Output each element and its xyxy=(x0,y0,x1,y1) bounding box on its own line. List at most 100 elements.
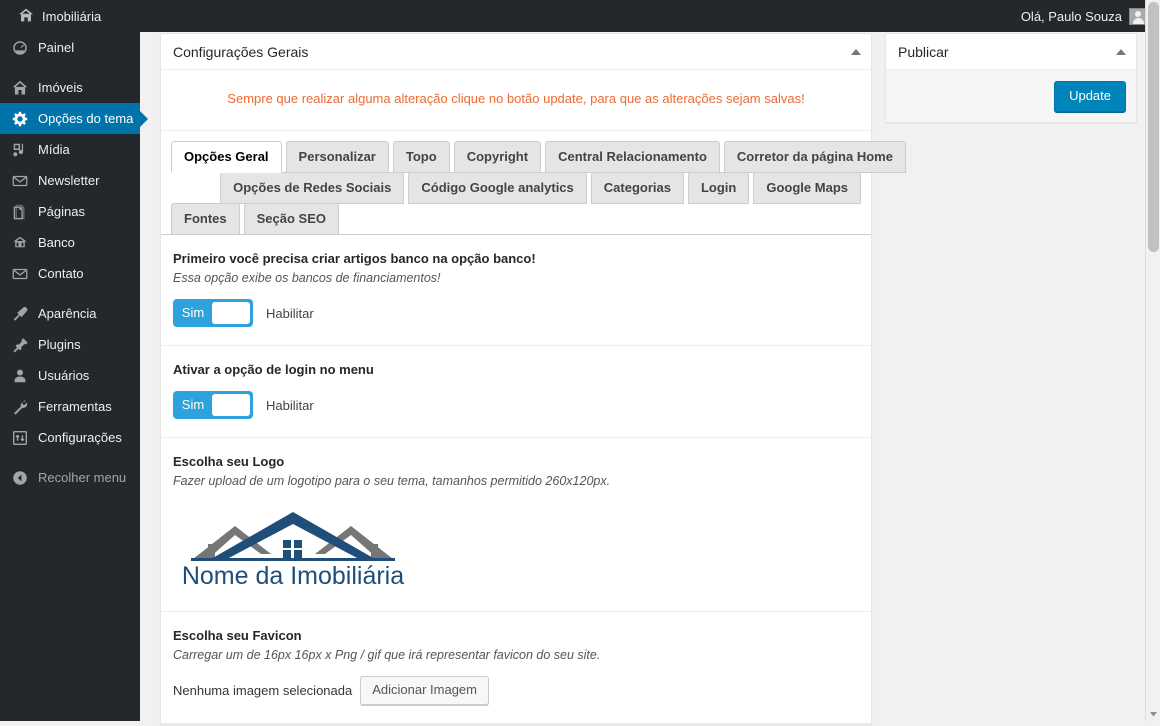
sidebar-item-opcoes-do-tema[interactable]: Opções do tema xyxy=(0,103,148,134)
collapse-icon xyxy=(10,468,30,488)
general-settings-panel: Configurações Gerais Sempre que realizar… xyxy=(160,33,906,725)
envelope-icon xyxy=(10,264,30,284)
sidebar-item-label: Newsletter xyxy=(38,173,100,188)
option-title: Ativar a opção de login no menu xyxy=(173,362,374,377)
toggle-value: Sim xyxy=(181,305,205,320)
sidebar-item-contato[interactable]: Contato xyxy=(0,258,140,289)
sidebar-item-label: Aparência xyxy=(38,306,97,321)
home-icon xyxy=(10,78,30,98)
logo-text: Nome da Imobiliária xyxy=(182,562,404,588)
option-section-login-menu: Ativar a opção de login no menu Sim Habi… xyxy=(161,346,871,438)
tab-corretor-pagina-home[interactable]: Corretor da página Home xyxy=(723,141,906,173)
adminbar-account[interactable]: Olá, Paulo Souza xyxy=(1015,0,1152,32)
tab-fontes[interactable]: Fontes xyxy=(171,203,240,235)
pages-icon xyxy=(10,202,30,222)
sidebar-item-label: Plugins xyxy=(38,337,81,352)
add-image-button[interactable]: Adicionar Imagem xyxy=(360,676,489,705)
option-title: Escolha seu Favicon xyxy=(173,628,302,643)
toggle-label: Habilitar xyxy=(266,305,314,321)
option-title: Escolha seu Logo xyxy=(173,454,285,469)
paintbrush-icon xyxy=(10,304,30,324)
admin-bar: Imobiliária Olá, Paulo Souza xyxy=(0,0,1160,32)
option-description: Fazer upload de um logotipo para o seu t… xyxy=(173,474,611,488)
option-section-favicon: Escolha seu Favicon Carregar um de 16px … xyxy=(161,612,871,724)
sidebar-item-banco[interactable]: Banco xyxy=(0,227,140,258)
settings-postbox: Configurações Gerais Sempre que realizar… xyxy=(160,33,906,725)
sidebar-separator xyxy=(0,453,140,462)
sidebar-item-plugins[interactable]: Plugins xyxy=(0,329,140,360)
toggle-banco[interactable]: Sim xyxy=(173,299,253,327)
chevron-up-icon[interactable] xyxy=(1116,48,1126,55)
toggle-knob xyxy=(212,394,250,416)
toggle-login-menu[interactable]: Sim xyxy=(173,391,253,419)
sidebar-item-configuracoes[interactable]: Configurações xyxy=(0,422,140,453)
option-section-banco: Primeiro você precisa criar artigos banc… xyxy=(161,235,871,346)
sidebar-item-imoveis[interactable]: Imóveis xyxy=(0,72,140,103)
plug-icon xyxy=(10,335,30,355)
tab-google-maps[interactable]: Google Maps xyxy=(753,172,861,204)
tab-rows: Opções Geral Personalizar Topo Copyright… xyxy=(171,141,906,235)
option-description: Carregar um de 16px 16px x Png / gif que… xyxy=(173,648,601,662)
option-control-row: Sim Habilitar xyxy=(173,299,859,327)
avatar-icon xyxy=(1129,7,1146,25)
sidebar-item-label: Ferramentas xyxy=(38,399,112,414)
sidebar-item-label: Opções do tema xyxy=(38,111,134,126)
settings-icon xyxy=(10,428,30,448)
bank-icon xyxy=(10,233,30,253)
sidebar-item-label: Imóveis xyxy=(38,80,83,95)
favicon-control-row: Nenhuma imagem selecionada Adicionar Ima… xyxy=(173,676,859,705)
sidebar-item-ferramentas[interactable]: Ferramentas xyxy=(0,391,140,422)
sidebar-item-label: Usuários xyxy=(38,368,90,383)
tab-row-3: Fontes Seção SEO xyxy=(171,203,861,235)
tab-central-relacionamento[interactable]: Central Relacionamento xyxy=(545,141,720,173)
tab-opcoes-geral[interactable]: Opções Geral xyxy=(171,141,282,173)
scrollbar-thumb[interactable] xyxy=(1148,2,1159,252)
sidebar-item-newsletter[interactable]: Newsletter xyxy=(0,165,140,196)
update-button[interactable]: Update xyxy=(1054,80,1126,112)
panel-header: Configurações Gerais xyxy=(161,34,871,70)
sidebar-collapse-menu[interactable]: Recolher menu xyxy=(0,462,140,493)
media-icon xyxy=(10,140,30,160)
option-control-row: Sim Habilitar xyxy=(173,391,859,419)
tab-copyright[interactable]: Copyright xyxy=(453,141,542,173)
sidebar-item-midia[interactable]: Mídia xyxy=(0,134,140,165)
tab-codigo-google-analytics[interactable]: Código Google analytics xyxy=(408,172,587,204)
page-scrollbar[interactable] xyxy=(1145,0,1160,721)
toggle-label: Habilitar xyxy=(266,397,314,413)
sidebar-item-usuarios[interactable]: Usuários xyxy=(0,360,140,391)
publish-postbox: Publicar Update xyxy=(885,33,1137,123)
settings-tabs: Opções Geral Personalizar Topo Copyright… xyxy=(161,131,906,235)
chevron-up-icon[interactable] xyxy=(851,48,861,55)
adminbar-site-label: Imobiliária xyxy=(42,8,102,24)
update-notice: Sempre que realizar alguma alteração cli… xyxy=(161,70,871,131)
sidebar-item-painel[interactable]: Painel xyxy=(0,32,140,63)
wrench-icon xyxy=(10,397,30,417)
tab-topo[interactable]: Topo xyxy=(392,141,450,173)
notice-text: Sempre que realizar alguma alteração cli… xyxy=(227,91,805,106)
admin-sidebar: Painel Imóveis Opções do tema Mídia News… xyxy=(0,32,148,721)
sidebar-item-label: Mídia xyxy=(38,142,70,157)
publish-actions: Update xyxy=(886,70,1136,122)
adminbar-site-name[interactable]: Imobiliária xyxy=(10,0,109,32)
publish-panel: Publicar Update xyxy=(885,33,1137,123)
scroll-down-arrow[interactable] xyxy=(1146,706,1160,721)
sidebar-collapse-label: Recolher menu xyxy=(38,470,127,485)
favicon-empty-label: Nenhuma imagem selecionada xyxy=(173,683,353,698)
sidebar-item-label: Contato xyxy=(38,266,84,281)
tab-opcoes-redes-sociais[interactable]: Opções de Redes Sociais xyxy=(220,172,405,204)
main-content: Configurações Gerais Sempre que realizar… xyxy=(140,32,1160,725)
sidebar-item-label: Páginas xyxy=(38,204,85,219)
sidebar-item-label: Banco xyxy=(38,235,75,250)
tab-login[interactable]: Login xyxy=(687,172,750,204)
sidebar-separator xyxy=(0,63,140,72)
tab-secao-seo[interactable]: Seção SEO xyxy=(243,203,339,235)
tab-categorias[interactable]: Categorias xyxy=(590,172,684,204)
tab-row-1: Opções Geral Personalizar Topo Copyright… xyxy=(171,141,906,173)
page-title: Configurações Gerais xyxy=(173,43,309,60)
sidebar-item-paginas[interactable]: Páginas xyxy=(0,196,140,227)
option-description: Essa opção exibe os bancos de financiame… xyxy=(173,271,441,285)
sidebar-item-aparencia[interactable]: Aparência xyxy=(0,298,140,329)
tab-personalizar[interactable]: Personalizar xyxy=(285,141,389,173)
logo-preview: Nome da Imobiliária xyxy=(173,504,859,593)
publish-header: Publicar xyxy=(886,34,1136,70)
